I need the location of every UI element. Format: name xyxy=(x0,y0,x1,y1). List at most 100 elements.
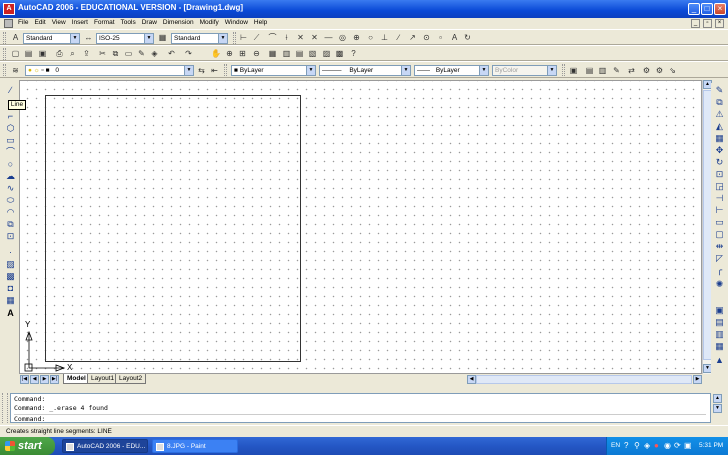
tray-display-icon[interactable]: ▣ xyxy=(684,441,692,450)
color-select[interactable]: ■ ByLayer ▼ xyxy=(231,65,316,76)
tray-network-icon[interactable]: ⚲ xyxy=(634,441,640,450)
insert-block-icon[interactable]: ⧉ xyxy=(5,219,16,230)
undo-icon[interactable]: ↶ xyxy=(167,49,176,58)
polyline-icon[interactable]: ⌐ xyxy=(5,111,16,122)
menu-window[interactable]: Window xyxy=(225,19,248,26)
array-icon[interactable]: ▦ xyxy=(714,133,725,144)
toolbar-grip[interactable] xyxy=(224,64,227,76)
gradient-icon[interactable]: ▩ xyxy=(5,271,16,282)
menu-help[interactable]: Help xyxy=(254,19,267,26)
horizontal-scroll-thumb[interactable] xyxy=(476,375,692,384)
command-scroll-up-button[interactable]: ▲ xyxy=(713,394,722,403)
zoom-realtime-icon[interactable]: ⊕ xyxy=(225,49,234,58)
chevron-down-icon[interactable]: ▼ xyxy=(306,66,315,75)
ellipse-arc-icon[interactable]: ◠ xyxy=(5,207,16,218)
document-minimize-button[interactable]: _ xyxy=(691,19,700,28)
baseline-dimension-icon[interactable]: ○ xyxy=(366,33,375,42)
quick-leader-icon[interactable]: ∕ xyxy=(394,33,403,42)
draw-order-icon[interactable]: ▣ xyxy=(569,66,578,75)
command-window-grip[interactable] xyxy=(2,393,8,423)
rectangle-icon[interactable]: ▭ xyxy=(5,135,16,146)
bring-to-front-icon[interactable]: ▤ xyxy=(585,66,594,75)
command-window[interactable]: Command: Command: _.erase 4 found Comman… xyxy=(10,393,711,423)
tray-security-icon[interactable]: ● xyxy=(654,441,659,450)
layer-manager-icon[interactable]: ≋ xyxy=(11,66,20,75)
point-icon[interactable]: · xyxy=(5,247,16,258)
lineweight-select[interactable]: —— ByLayer ▼ xyxy=(414,65,489,76)
copy-object-icon[interactable]: ⧉ xyxy=(714,97,725,108)
pan-icon[interactable]: ✋ xyxy=(211,49,221,58)
tab-layout2[interactable]: Layout2 xyxy=(115,374,147,384)
bring-above-icon[interactable]: ✎ xyxy=(612,66,621,75)
table-style-icon[interactable]: ▦ xyxy=(158,33,167,42)
plot-preview-icon[interactable]: ⌕ xyxy=(68,49,77,58)
publish-icon[interactable]: ⇪ xyxy=(82,49,91,58)
redo-icon[interactable]: ↷ xyxy=(184,49,193,58)
tool-palettes-icon[interactable]: ▤ xyxy=(295,49,304,58)
menu-modify[interactable]: Modify xyxy=(200,19,219,26)
arc-icon[interactable]: ⌒ xyxy=(5,147,16,158)
maximize-button[interactable]: □ xyxy=(701,3,713,15)
jogged-dimension-icon[interactable]: ✕ xyxy=(310,33,319,42)
cut-icon[interactable]: ✂ xyxy=(98,49,107,58)
table-icon[interactable]: ▦ xyxy=(5,295,16,306)
rotate-icon[interactable]: ↻ xyxy=(714,157,725,168)
send-to-back-icon[interactable]: ▥ xyxy=(598,66,607,75)
paste-icon[interactable]: ▭ xyxy=(124,49,133,58)
chevron-down-icon[interactable]: ▼ xyxy=(184,66,193,75)
layer-previous-icon[interactable]: ⇤ xyxy=(210,66,219,75)
make-block-icon[interactable]: ⊡ xyxy=(5,231,16,242)
layer-select[interactable]: ● ☼ ▫ ■ 0 ▼ xyxy=(25,65,194,76)
ellipse-icon[interactable]: ⬭ xyxy=(5,195,16,206)
polygon-icon[interactable]: ⬡ xyxy=(5,123,16,134)
command-scroll-down-button[interactable]: ▼ xyxy=(713,404,722,413)
scroll-right-button[interactable]: ▶ xyxy=(693,375,702,384)
multiline-text-icon[interactable]: A xyxy=(5,308,16,319)
tray-sync-icon[interactable]: ⟳ xyxy=(674,441,681,450)
zoom-window-icon[interactable]: ⊞ xyxy=(238,49,247,58)
fillet-icon[interactable]: ╭ xyxy=(714,265,725,276)
markup-set-manager-icon[interactable]: ▨ xyxy=(322,49,331,58)
help-icon[interactable]: ? xyxy=(349,49,358,58)
join-icon[interactable]: ⇹ xyxy=(714,241,725,252)
arc-length-icon[interactable]: ⌒ xyxy=(268,33,277,42)
text-above-icon[interactable]: ⚙ xyxy=(642,66,651,75)
send-under-icon[interactable]: ⇄ xyxy=(627,66,636,75)
properties-icon[interactable]: ▦ xyxy=(268,49,277,58)
sheet-set-manager-icon[interactable]: ▧ xyxy=(308,49,317,58)
make-object-layer-current-icon[interactable]: ⇆ xyxy=(197,66,206,75)
dimension-text-edit-icon[interactable]: A xyxy=(450,33,459,42)
mirror-icon[interactable]: ⚠ xyxy=(714,109,725,120)
line-icon[interactable]: ∕ xyxy=(5,85,16,96)
table-style-select[interactable]: Standard ▼ xyxy=(171,33,228,44)
menu-dimension[interactable]: Dimension xyxy=(163,19,194,26)
erase-icon[interactable]: ✎ xyxy=(714,85,725,96)
save-icon[interactable]: ▣ xyxy=(38,49,47,58)
close-button[interactable]: × xyxy=(714,3,726,15)
text-style-icon[interactable]: A xyxy=(11,33,20,42)
ordinate-dimension-icon[interactable]: ⟊ xyxy=(282,33,291,42)
menu-file[interactable]: File xyxy=(18,19,28,26)
menu-draw[interactable]: Draw xyxy=(142,19,157,26)
chevron-down-icon[interactable]: ▼ xyxy=(70,34,79,43)
first-tab-button[interactable]: |◀ xyxy=(20,375,29,384)
tray-app-icon[interactable]: ◉ xyxy=(664,441,671,450)
dimensions-above-icon[interactable]: ⚙ xyxy=(655,66,664,75)
minimize-button[interactable]: _ xyxy=(688,3,700,15)
calculator-icon[interactable]: ▩ xyxy=(335,49,344,58)
copy-icon[interactable]: ⧉ xyxy=(111,49,120,58)
chamfer-icon[interactable]: ◸ xyxy=(714,253,725,264)
trim-icon[interactable]: ⊣ xyxy=(714,193,725,204)
diameter-dimension-icon[interactable]: — xyxy=(324,33,333,42)
chevron-down-icon[interactable]: ▼ xyxy=(479,66,488,75)
tray-volume-icon[interactable]: ◈ xyxy=(644,441,650,450)
chevron-down-icon[interactable]: ▼ xyxy=(144,34,153,43)
tab-model[interactable]: Model xyxy=(63,374,90,384)
radius-dimension-icon[interactable]: ✕ xyxy=(296,33,305,42)
extend-icon[interactable]: ⊢ xyxy=(714,205,725,216)
text-style-select[interactable]: Standard ▼ xyxy=(23,33,80,44)
continue-dimension-icon[interactable]: ⊥ xyxy=(380,33,389,42)
previous-tab-button[interactable]: ◀ xyxy=(30,375,39,384)
autocad-app-icon[interactable]: A xyxy=(3,3,15,15)
last-tab-button[interactable]: ▶| xyxy=(50,375,59,384)
